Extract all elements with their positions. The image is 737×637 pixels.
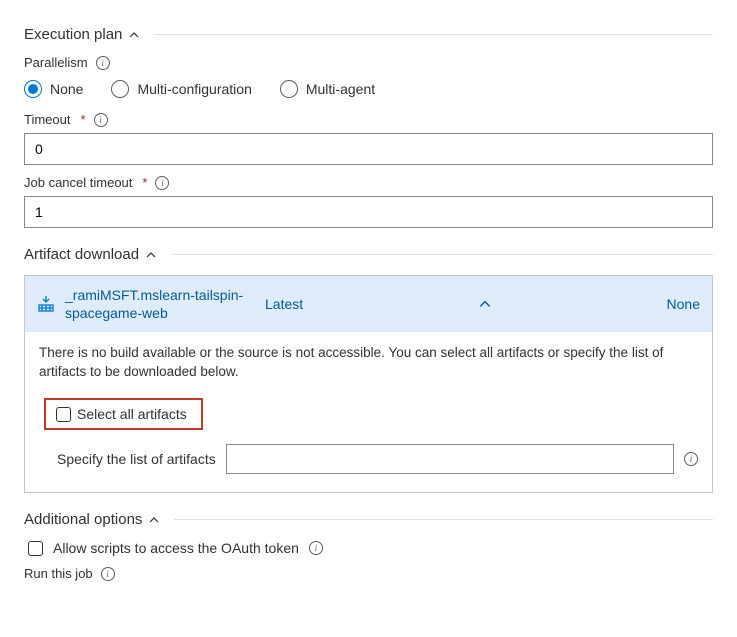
chevron-up-icon[interactable] (478, 297, 492, 311)
info-icon[interactable]: i (101, 567, 115, 581)
specify-artifacts-row: Specify the list of artifacts i (57, 444, 698, 474)
divider (174, 519, 713, 520)
allow-oauth-checkbox[interactable]: Allow scripts to access the OAuth token … (28, 540, 713, 556)
radio-label: Multi-configuration (137, 81, 251, 97)
divider (171, 254, 713, 255)
radio-button-icon (111, 80, 129, 98)
radio-button-icon (24, 80, 42, 98)
divider (154, 34, 713, 35)
chevron-up-icon (148, 514, 160, 526)
radio-multi-agent[interactable]: Multi-agent (280, 80, 375, 98)
run-this-job-label: Run this job (24, 566, 93, 581)
run-this-job-row: Run this job i (24, 566, 713, 581)
section-title: Execution plan (24, 26, 122, 43)
chevron-up-icon (145, 249, 157, 261)
info-icon[interactable]: i (155, 176, 169, 190)
artifact-body: There is no build available or the sourc… (25, 332, 712, 492)
info-icon[interactable]: i (309, 541, 323, 555)
parallelism-radio-group: None Multi-configuration Multi-agent (24, 80, 713, 98)
artifact-description: There is no build available or the sourc… (39, 344, 698, 382)
select-all-artifacts-checkbox[interactable]: Select all artifacts (44, 398, 203, 430)
job-cancel-timeout-input[interactable] (24, 196, 713, 228)
radio-label: Multi-agent (306, 81, 375, 97)
checkbox-icon (28, 541, 43, 556)
section-title: Artifact download (24, 246, 139, 263)
radio-button-icon (280, 80, 298, 98)
checkbox-label: Select all artifacts (77, 406, 187, 422)
chevron-up-icon (128, 29, 140, 41)
info-icon[interactable]: i (684, 452, 698, 466)
section-execution-plan[interactable]: Execution plan (24, 26, 713, 43)
job-cancel-timeout-label-row: Job cancel timeout* i (24, 175, 713, 190)
timeout-label-row: Timeout* i (24, 112, 713, 127)
specify-artifacts-input[interactable] (226, 444, 674, 474)
build-artifact-icon (37, 295, 55, 313)
job-cancel-timeout-label: Job cancel timeout (24, 175, 132, 190)
radio-label: None (50, 81, 83, 97)
radio-multi-configuration[interactable]: Multi-configuration (111, 80, 251, 98)
radio-none[interactable]: None (24, 80, 83, 98)
timeout-label: Timeout (24, 112, 70, 127)
info-icon[interactable]: i (96, 56, 110, 70)
timeout-input[interactable] (24, 133, 713, 165)
parallelism-label: Parallelism (24, 55, 88, 70)
artifact-version-selector[interactable]: Latest (265, 296, 303, 312)
checkbox-icon (56, 407, 71, 422)
parallelism-label-row: Parallelism i (24, 55, 713, 70)
specify-artifacts-label: Specify the list of artifacts (57, 451, 216, 467)
section-title: Additional options (24, 511, 142, 528)
artifact-header-row[interactable]: _ramiMSFT.mslearn-tailspin-spacegame-web… (25, 276, 712, 332)
artifact-name: _ramiMSFT.mslearn-tailspin-spacegame-web (65, 286, 255, 322)
section-additional-options[interactable]: Additional options (24, 511, 713, 528)
info-icon[interactable]: i (94, 113, 108, 127)
artifact-panel: _ramiMSFT.mslearn-tailspin-spacegame-web… (24, 275, 713, 493)
artifact-specific[interactable]: None (667, 296, 700, 312)
checkbox-label: Allow scripts to access the OAuth token (53, 540, 299, 556)
section-artifact-download[interactable]: Artifact download (24, 246, 713, 263)
